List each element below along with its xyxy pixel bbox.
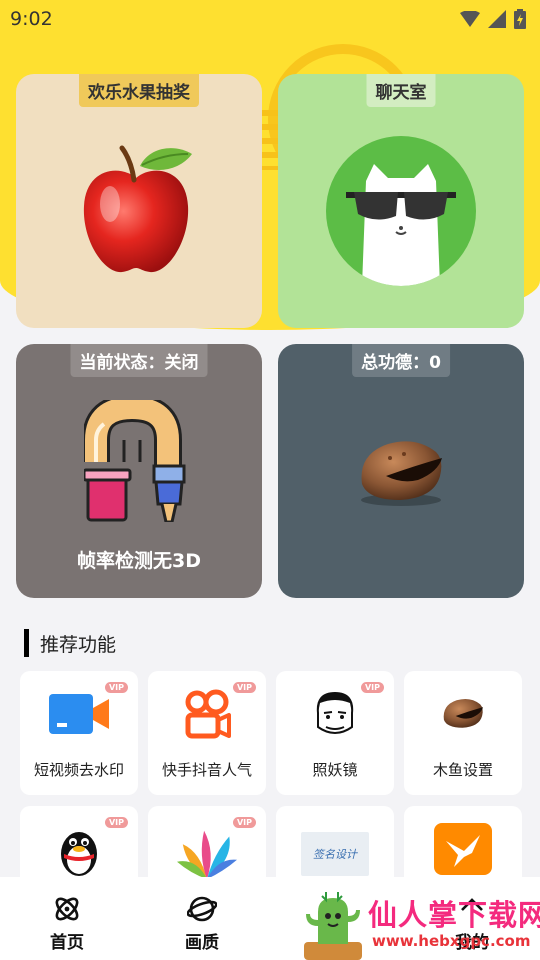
section-accent-bar [24, 629, 29, 657]
current-status-card[interactable]: 当前状态：关闭 帧率检测无3D [16, 344, 262, 598]
tile-kuaishou-douyin[interactable]: VIP 快手抖音人气 [148, 671, 266, 795]
section-label: 推荐功能 [40, 633, 117, 656]
cactus-logo-icon [304, 892, 362, 960]
tile-label: 短视频去水印 [33, 761, 124, 779]
tab-home[interactable]: 首页 [17, 877, 117, 960]
current-status-title: 当前状态：关闭 [70, 344, 208, 377]
qq-penguin-icon [49, 826, 109, 876]
status-icons [460, 9, 526, 29]
hummingbird-icon [433, 823, 493, 875]
fruit-lottery-title: 欢乐水果抽奖 [79, 74, 199, 107]
total-merit-card[interactable]: 总功德：0 [278, 344, 524, 598]
tile-label: 照妖镜 [312, 761, 358, 779]
status-time: 9:02 [10, 8, 53, 30]
recommended-section-title: 推荐功能 [24, 628, 116, 658]
wooden-fish-icon [361, 441, 442, 506]
wooden-fish-icon [433, 689, 493, 739]
apple-icon [83, 145, 192, 273]
tile-label: 木鱼设置 [432, 761, 493, 779]
tab-home-label: 首页 [50, 933, 84, 953]
site-watermark: 仙人掌下载网 www.hebxgpc.com [300, 890, 540, 960]
chat-room-card[interactable]: 聊天室 [278, 74, 524, 328]
tile-video-watermark[interactable]: VIP 短视频去水印 [20, 671, 138, 795]
cool-cat-icon [326, 136, 476, 286]
tab-quality-label: 画质 [185, 933, 219, 953]
paint-brush-icon [84, 400, 186, 522]
watermark-title: 仙人掌下载网 [368, 898, 540, 932]
tile-label: 快手抖音人气 [161, 761, 252, 779]
kuaishou-icon [177, 689, 237, 739]
tile-wooden-fish-settings[interactable]: 木鱼设置 [404, 671, 522, 795]
watermark-url: www.hebxgpc.com [372, 932, 531, 950]
video-camera-icon [49, 689, 109, 739]
battery-icon [514, 9, 526, 29]
tab-quality[interactable]: 画质 [152, 877, 252, 960]
signal-icon [488, 10, 506, 28]
atom-icon [55, 897, 79, 921]
chat-room-title: 聊天室 [366, 74, 436, 107]
fps-detection-text: 帧率检测无3D [77, 550, 201, 572]
planet-icon [187, 896, 217, 922]
tile-magic-mirror[interactable]: VIP 照妖镜 [276, 671, 394, 795]
total-merit-title: 总功德：0 [352, 344, 450, 377]
wifi-icon [460, 11, 480, 27]
signature-design-icon: 签名设计 [301, 832, 369, 876]
status-bar: 9:02 [0, 0, 540, 38]
petals-icon [177, 828, 237, 880]
meme-face-icon [305, 689, 365, 739]
fruit-lottery-card[interactable]: 欢乐水果抽奖 [16, 74, 262, 328]
signature-design-image-text: 签名设计 [313, 848, 357, 861]
